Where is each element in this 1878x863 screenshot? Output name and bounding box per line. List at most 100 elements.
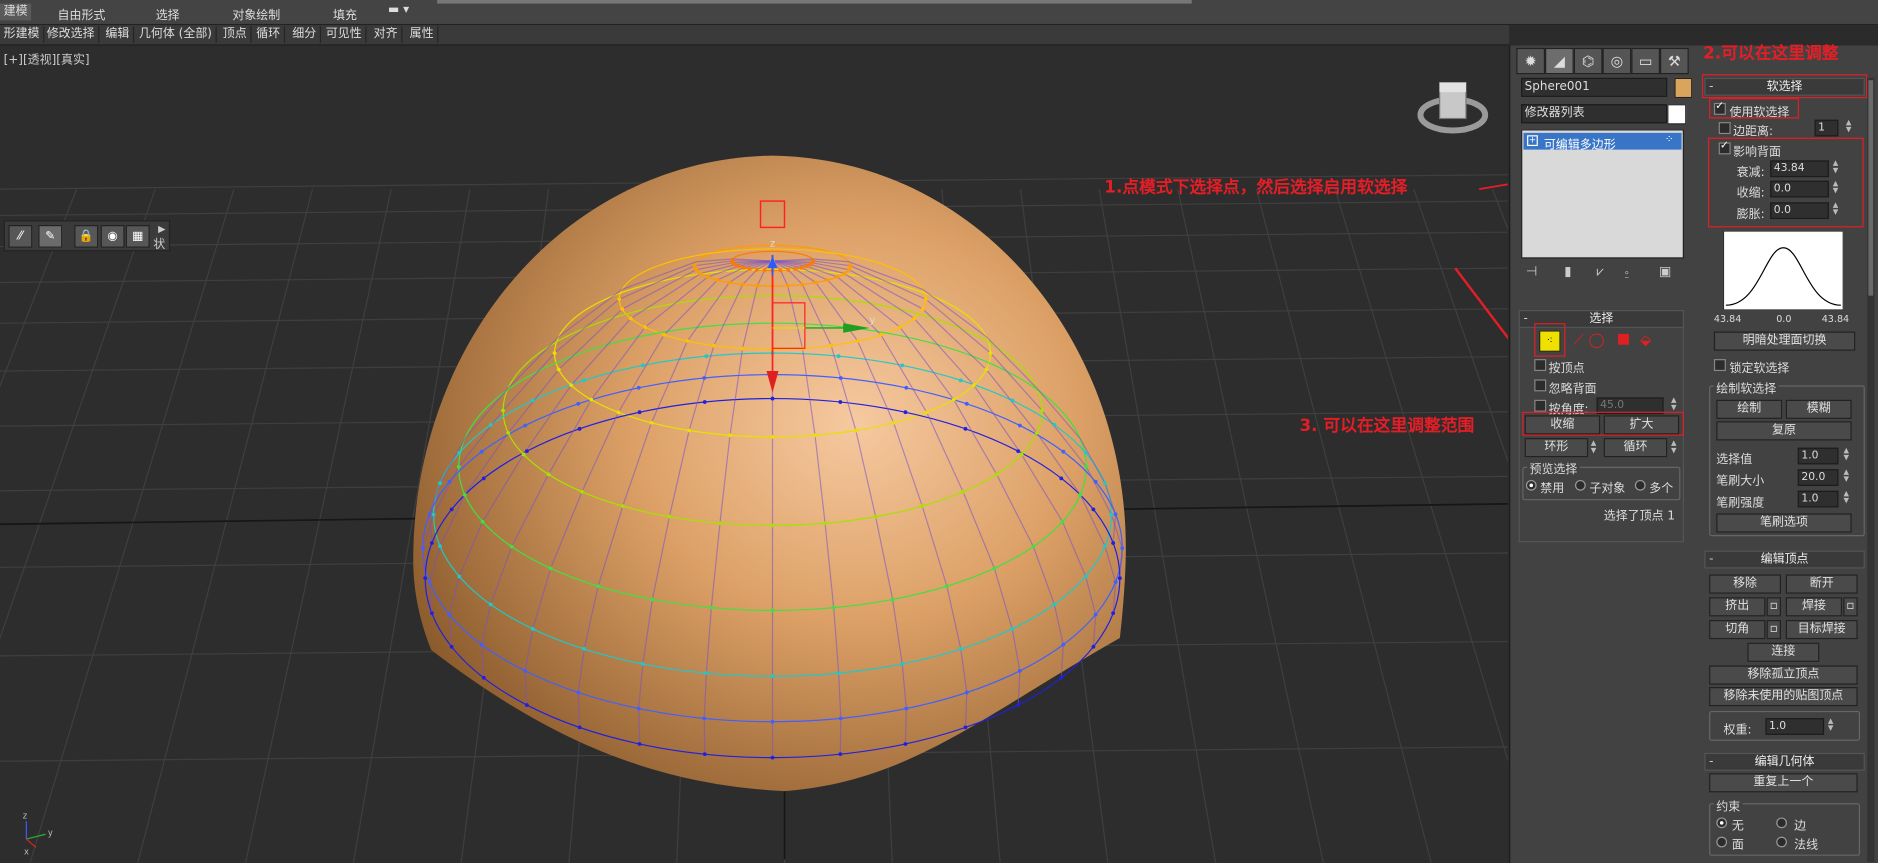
ribbon-cmd-properties[interactable]: 属性 [406, 26, 439, 44]
show-end-result-icon[interactable]: ▮ [1564, 263, 1571, 279]
command-panel-scrollbar[interactable] [1867, 77, 1875, 862]
weld-button[interactable]: 焊接 [1785, 597, 1843, 617]
brush-size-field[interactable]: 20.0 [1797, 469, 1839, 486]
constraint-edge-radio[interactable] [1776, 817, 1787, 829]
shaded-face-toggle-button[interactable]: 明暗处理面切换 [1713, 331, 1856, 351]
vertex-dot [576, 690, 581, 695]
expand-icon[interactable]: + [1527, 135, 1538, 147]
brush-tool-icon[interactable]: ⁄⁄ [8, 225, 33, 248]
ring-spinner[interactable]: ▲ ▼ [1589, 440, 1597, 454]
viewport-menu-plus[interactable]: [+] [4, 54, 23, 67]
viewport-shading-mode[interactable]: [真实] [56, 54, 89, 67]
repeat-last-button[interactable]: 重复上一个 [1709, 773, 1858, 793]
selection-filter-icon[interactable]: ▦ [125, 225, 150, 248]
lock-icon[interactable]: 🔒 [74, 225, 99, 248]
display-tab-icon[interactable]: ▭ [1631, 47, 1661, 75]
paint-tool-icon[interactable]: ✎ [38, 225, 63, 248]
constraint-none-radio[interactable] [1716, 817, 1728, 829]
connect-button[interactable]: 连接 [1747, 642, 1820, 662]
edit-vertices-rollout-header[interactable]: - 编辑顶点 [1704, 550, 1865, 569]
by-vertex-checkbox[interactable] [1534, 359, 1547, 372]
border-mode-icon[interactable]: ◯ [1587, 330, 1606, 349]
edit-geometry-rollout-header[interactable]: - 编辑几何体 [1704, 752, 1865, 771]
pin-stack-icon[interactable]: ⊣ [1526, 263, 1537, 279]
utilities-tab-icon[interactable]: ⚒ [1660, 47, 1689, 75]
ribbon-cmd-subdivision[interactable]: 细分 [289, 26, 321, 44]
ribbon-options-icon[interactable]: ▬ ▾ [388, 4, 409, 17]
weight-field[interactable]: 1.0 [1765, 718, 1825, 735]
blur-button[interactable]: 模糊 [1785, 399, 1852, 419]
loop-spinner[interactable]: ▲ ▼ [1670, 440, 1678, 454]
ribbon-tab-modeling[interactable]: 建模 [0, 3, 32, 21]
ribbon-cmd-edit[interactable]: 编辑 [102, 26, 135, 44]
modify-tab-icon[interactable]: ◢ [1545, 47, 1574, 75]
ribbon-cmd-geometry-all[interactable]: 几何体 (全部) [135, 26, 217, 44]
perspective-viewport[interactable]: z y z y x [+][透视][真实] ⁄⁄ ✎ 🔒 ◉ ▦ ▶ 状 1.点… [0, 45, 1508, 863]
chamfer-settings-icon[interactable]: ▫ [1766, 619, 1781, 640]
vertex-dot [429, 541, 434, 545]
brush-strength-field[interactable]: 1.0 [1797, 490, 1839, 508]
revert-button[interactable]: 复原 [1716, 421, 1852, 441]
ribbon-tab-freeform[interactable]: 自由形式 [57, 5, 105, 23]
lock-soft-selection-checkbox[interactable] [1713, 359, 1726, 372]
constraint-face-radio[interactable] [1716, 836, 1728, 848]
ribbon-tab-object-paint[interactable]: 对象绘制 [232, 5, 280, 23]
weld-settings-icon[interactable]: ▫ [1843, 597, 1858, 617]
edge-distance-spinner[interactable]: ▲ ▼ [1844, 119, 1852, 134]
constraint-normal-radio[interactable] [1776, 836, 1787, 848]
modifier-stack-item[interactable]: + 可编辑多边形 ⁘ [1523, 132, 1682, 152]
extrude-settings-icon[interactable]: ▫ [1766, 597, 1781, 617]
object-name-field[interactable]: Sphere001 [1521, 77, 1668, 97]
configure-sets-icon[interactable]: ▣ [1659, 263, 1671, 279]
chamfer-button[interactable]: 切角 [1709, 619, 1766, 640]
ribbon-tab-populate[interactable]: 填充 [333, 5, 357, 23]
remove-isolated-button[interactable]: 移除孤立顶点 [1709, 665, 1858, 685]
ribbon-tab-selection[interactable]: 选择 [156, 5, 180, 23]
ribbon-cmd-modify-selection[interactable]: 修改选择 [43, 26, 100, 44]
brush-strength-spinner[interactable]: ▲ ▼ [1842, 490, 1850, 505]
vertex-dot [770, 674, 775, 679]
modifier-list-arrow[interactable] [1667, 104, 1687, 125]
extrude-button[interactable]: 挤出 [1709, 597, 1766, 617]
preview-disable-radio[interactable] [1525, 479, 1537, 491]
edge-mode-icon[interactable]: ⟋ [1569, 330, 1588, 349]
break-button[interactable]: 断开 [1785, 574, 1858, 594]
viewcube[interactable] [1417, 81, 1489, 134]
create-tab-icon[interactable]: ✹ [1516, 47, 1546, 75]
brush-options-button[interactable]: 笔刷选项 [1716, 513, 1852, 533]
ribbon-cmd-vertices[interactable]: 顶点 [219, 26, 252, 44]
preview-multi-radio[interactable] [1634, 479, 1646, 491]
selection-value-spinner[interactable]: ▲ ▼ [1842, 447, 1850, 462]
selection-value-field[interactable]: 1.0 [1797, 447, 1839, 465]
viewport-point-of-view[interactable]: [透视] [23, 54, 56, 67]
scrollbar-thumb[interactable] [1868, 80, 1874, 296]
ribbon-cmd-loops[interactable]: 循环 [253, 26, 286, 44]
preview-subobject-radio[interactable] [1574, 479, 1586, 491]
paint-button[interactable]: 绘制 [1716, 399, 1783, 419]
ribbon-cmd-align[interactable]: 对齐 [370, 26, 403, 44]
loop-button[interactable]: 循环 [1603, 438, 1668, 458]
element-mode-icon[interactable]: ⬙ [1636, 330, 1655, 349]
weight-spinner[interactable]: ▲ ▼ [1826, 718, 1834, 732]
motion-tab-icon[interactable]: ◎ [1602, 47, 1632, 75]
target-weld-button[interactable]: 目标焊接 [1785, 619, 1858, 640]
edge-distance-checkbox[interactable] [1718, 122, 1731, 135]
polygon-mode-icon[interactable] [1613, 330, 1632, 349]
by-angle-spinner[interactable]: ▲ ▼ [1670, 397, 1678, 411]
edge-distance-field[interactable]: 1 [1814, 119, 1839, 137]
vertex-dot [958, 647, 963, 651]
remove-modifier-icon[interactable]: ⍛ [1623, 263, 1631, 280]
ribbon-cmd-visibility[interactable]: 可见性 [322, 26, 367, 44]
ring-button[interactable]: 环形 [1524, 438, 1589, 458]
ribbon-cmd-poly-modeling[interactable]: 形建模 [0, 26, 45, 44]
make-unique-icon[interactable]: ⩗ [1597, 263, 1604, 280]
remove-button[interactable]: 移除 [1709, 574, 1781, 594]
isolate-icon[interactable]: ◉ [100, 225, 125, 248]
modifier-list-dropdown[interactable]: 修改器列表 [1521, 104, 1668, 124]
object-color-swatch[interactable] [1674, 77, 1693, 99]
brush-size-spinner[interactable]: ▲ ▼ [1842, 469, 1850, 483]
ignore-backfacing-checkbox[interactable] [1534, 379, 1547, 392]
remove-unused-map-button[interactable]: 移除未使用的贴图顶点 [1709, 687, 1858, 707]
hierarchy-tab-icon[interactable]: ⌬ [1573, 47, 1603, 75]
by-angle-checkbox[interactable] [1534, 399, 1547, 412]
